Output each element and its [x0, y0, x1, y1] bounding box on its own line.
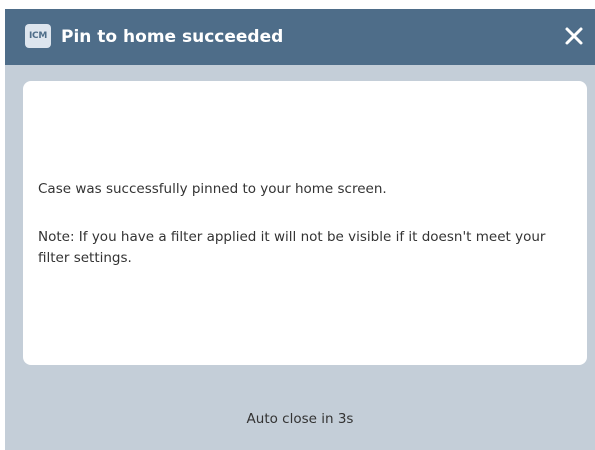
dialog-title: Pin to home succeeded — [61, 27, 284, 47]
close-icon — [565, 27, 583, 45]
close-button[interactable] — [561, 23, 587, 49]
filter-note: Note: If you have a filter applied it wi… — [38, 229, 546, 266]
notification-dialog: ICM Pin to home succeeded Case was succe… — [5, 9, 595, 450]
dialog-titlebar: ICM Pin to home succeeded — [5, 9, 595, 65]
icm-app-icon: ICM — [25, 24, 51, 48]
auto-close-countdown: Auto close in 3s — [246, 411, 354, 427]
dialog-content: Case was successfully pinned to your hom… — [23, 81, 587, 365]
success-message: Case was successfully pinned to your hom… — [38, 181, 387, 197]
